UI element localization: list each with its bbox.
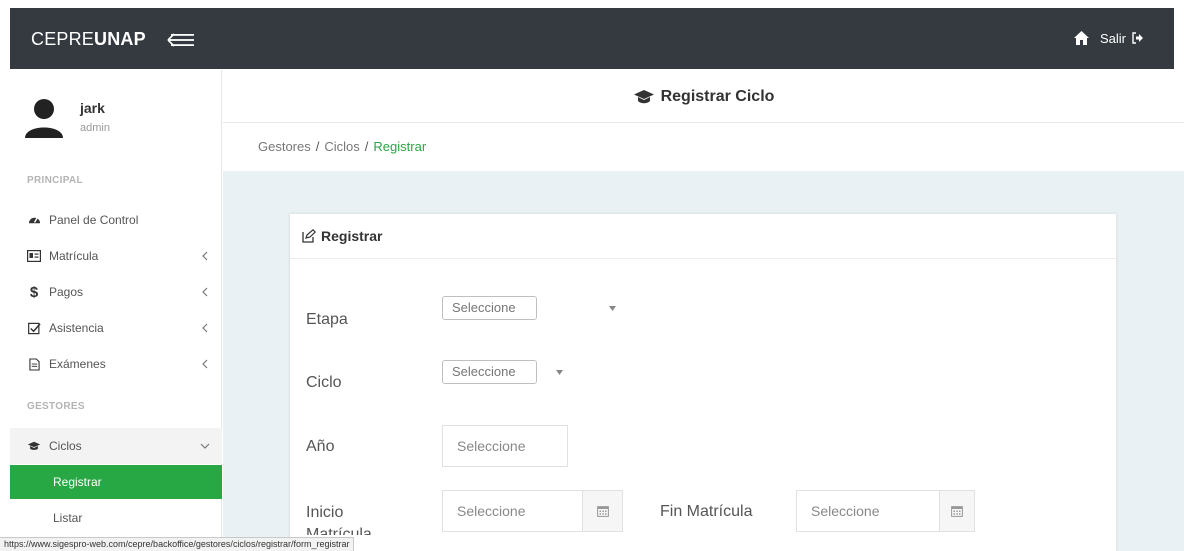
- document-icon: [27, 357, 41, 371]
- inicio-label-line1: Inicio: [306, 504, 344, 521]
- ciclo-select[interactable]: Seleccione: [442, 360, 537, 384]
- inicio-calendar-button[interactable]: [583, 490, 623, 532]
- graduation-cap-icon: [27, 439, 41, 453]
- page-title-text: Registrar Ciclo: [660, 88, 775, 105]
- user-role: admin: [80, 122, 110, 134]
- section-label-principal: PRINCIPAL: [27, 175, 83, 186]
- breadcrumb-ciclos[interactable]: Ciclos: [324, 139, 359, 154]
- sidebar-item-label: Ciclos: [49, 439, 82, 453]
- brand-prefix: CEPRE: [31, 29, 95, 49]
- sign-out-icon[interactable]: [1132, 32, 1144, 44]
- sidebar-item-label: Asistencia: [49, 321, 104, 335]
- exit-link[interactable]: Salir: [1100, 31, 1126, 46]
- chevron-down-icon: [200, 443, 210, 449]
- id-card-icon: [27, 249, 41, 263]
- section-label-gestores: GESTORES: [27, 401, 85, 412]
- breadcrumb-gestores[interactable]: Gestores: [258, 139, 311, 154]
- fin-matricula-input[interactable]: Seleccione: [796, 490, 940, 532]
- calendar-icon: [951, 506, 963, 517]
- sidebar: jark admin PRINCIPAL Panel de Control Ma…: [10, 70, 222, 551]
- inicio-label-line2: Matrícula: [306, 526, 372, 535]
- fin-calendar-button[interactable]: [940, 490, 975, 532]
- sidebar-item-panel-de-control[interactable]: Panel de Control: [10, 202, 222, 238]
- sidebar-item-matricula[interactable]: Matrícula: [10, 238, 222, 274]
- etapa-label: Etapa: [306, 311, 348, 328]
- sidebar-item-pagos[interactable]: $ Pagos: [10, 274, 222, 310]
- sidebar-item-asistencia[interactable]: Asistencia: [10, 310, 222, 346]
- checkbox-icon: [27, 321, 41, 335]
- sidebar-item-label: Matrícula: [49, 249, 99, 263]
- breadcrumb-separator: /: [364, 139, 369, 154]
- page-header: Registrar Ciclo: [223, 70, 1184, 123]
- browser-status-url: https://www.sigespro-web.com/cepre/backo…: [0, 537, 355, 551]
- sidebar-item-label: Exámenes: [49, 357, 106, 371]
- page-title: Registrar Ciclo: [223, 88, 1184, 106]
- chevron-left-icon: [202, 251, 208, 261]
- chevron-left-icon: [202, 359, 208, 369]
- inicio-matricula-input[interactable]: Seleccione: [442, 490, 583, 532]
- breadcrumb-separator: /: [315, 139, 320, 154]
- anio-input[interactable]: Seleccione: [442, 425, 568, 467]
- brand-bold: UNAP: [94, 29, 146, 49]
- user-name: jark: [80, 100, 105, 116]
- top-navbar: CEPREUNAP Salir: [0, 0, 1184, 70]
- ciclo-label: Ciclo: [306, 374, 342, 391]
- fin-matricula-label: Fin Matrícula: [660, 503, 753, 520]
- sidebar-item-ciclos[interactable]: Ciclos: [10, 428, 222, 464]
- breadcrumb: Gestores / Ciclos / Registrar: [223, 124, 1184, 171]
- anio-label: Año: [306, 438, 335, 455]
- sidebar-item-label: Pagos: [49, 285, 84, 299]
- card-title: Registrar: [321, 228, 383, 244]
- sidebar-subitem-listar[interactable]: Listar: [10, 501, 222, 535]
- etapa-select[interactable]: Seleccione: [442, 296, 537, 320]
- sidebar-item-label: Panel de Control: [49, 213, 139, 227]
- chevron-left-icon: [202, 287, 208, 297]
- dollar-icon: $: [29, 283, 39, 301]
- inicio-matricula-label: Inicio Matrícula: [306, 502, 372, 535]
- sidebar-item-examenes[interactable]: Exámenes: [10, 346, 222, 382]
- navbar-background: CEPREUNAP Salir: [10, 8, 1174, 69]
- graduation-cap-icon: [633, 90, 654, 104]
- sidebar-toggle-icon[interactable]: [167, 32, 195, 48]
- card-header: Registrar: [290, 214, 1116, 259]
- sidebar-subitem-registrar[interactable]: Registrar: [10, 465, 222, 499]
- caret-down-icon[interactable]: [556, 370, 563, 375]
- caret-down-icon[interactable]: [609, 306, 616, 311]
- brand-logo[interactable]: CEPREUNAP: [31, 29, 146, 50]
- home-icon[interactable]: [1073, 30, 1090, 46]
- dashboard-icon: [27, 213, 41, 227]
- avatar: [25, 99, 63, 138]
- calendar-icon: [596, 506, 609, 517]
- edit-icon: [302, 229, 316, 243]
- breadcrumb-current: Registrar: [373, 139, 427, 154]
- register-card: Registrar: [290, 214, 1116, 551]
- nav-right: Salir: [1073, 30, 1144, 46]
- chevron-left-icon: [202, 323, 208, 333]
